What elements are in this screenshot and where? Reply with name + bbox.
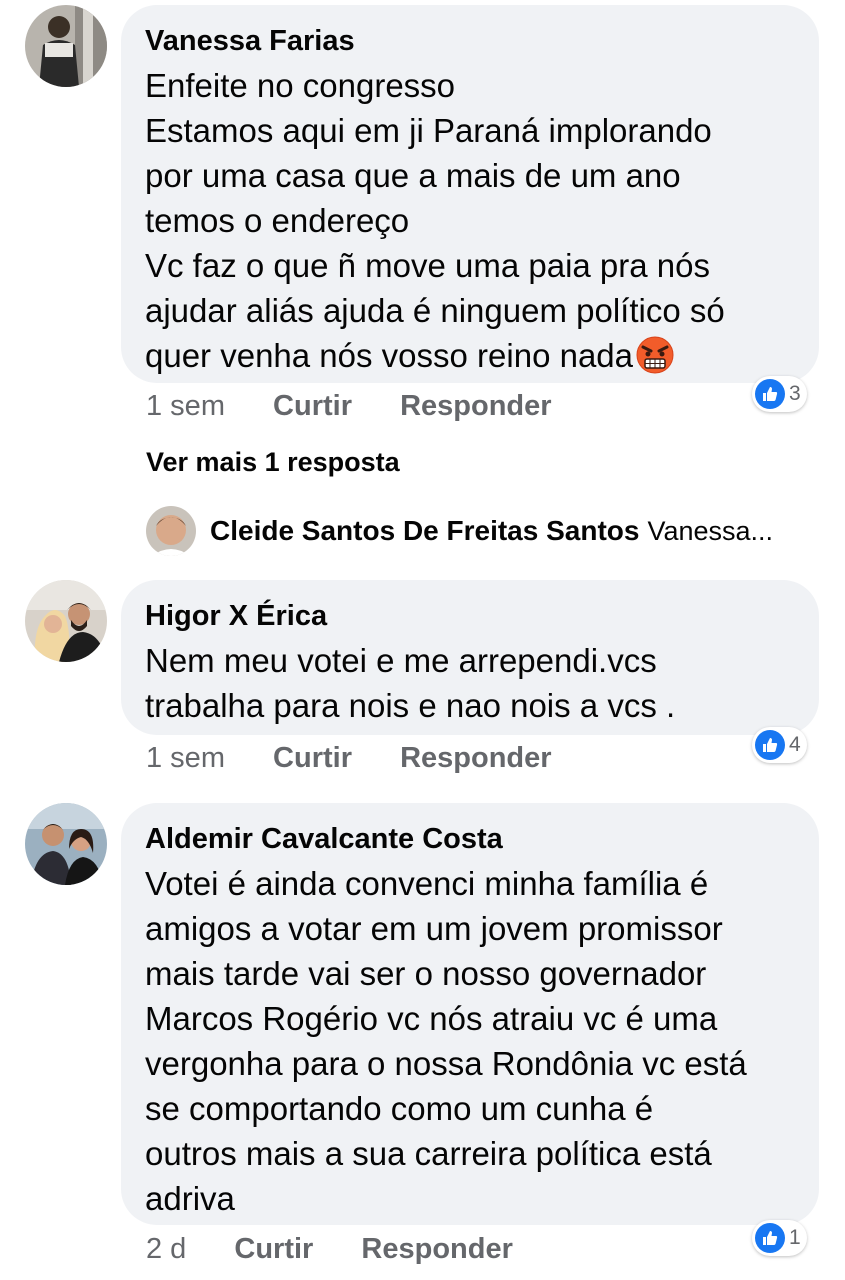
reaction-count: 3 xyxy=(789,382,801,405)
comment-line: se comportando como um cunha é xyxy=(145,1090,654,1127)
reply-button[interactable]: Responder xyxy=(400,742,551,775)
reply-avatar[interactable] xyxy=(146,506,196,556)
comment-bubble: Vanessa Farias Enfeite no congresso Esta… xyxy=(121,5,819,383)
comment-timestamp[interactable]: 2 d xyxy=(146,1233,186,1266)
comment-bubble: Aldemir Cavalcante Costa Votei é ainda c… xyxy=(121,803,819,1225)
like-button[interactable]: Curtir xyxy=(273,390,352,423)
comment-line: adriva xyxy=(145,1180,235,1217)
comment-line: trabalha para nois e nao nois a vcs . xyxy=(145,687,676,724)
comment-author[interactable]: Higor X Érica xyxy=(145,598,795,634)
comment-line: amigos a votar em um jovem promissor xyxy=(145,910,723,947)
comment-text: Votei é ainda convenci minha família é a… xyxy=(145,861,795,1221)
comment-line: ajudar aliás ajuda é ninguem político só xyxy=(145,292,725,329)
comment-text: Enfeite no congresso Estamos aqui em ji … xyxy=(145,63,795,378)
comment-bubble: Higor X Érica Nem meu votei e me arrepen… xyxy=(121,580,819,735)
comment-author[interactable]: Vanessa Farias xyxy=(145,23,795,59)
comment-line: Marcos Rogério vc nós atraiu vc é uma xyxy=(145,1000,718,1037)
view-more-replies-link[interactable]: Ver mais 1 resposta xyxy=(146,447,400,478)
like-button[interactable]: Curtir xyxy=(273,742,352,775)
reply-author[interactable]: Cleide Santos De Freitas Santos xyxy=(210,515,639,547)
comment-actions: 1 sem Curtir Responder xyxy=(146,742,552,775)
angry-face-emoji-icon xyxy=(635,335,675,375)
comment-line: Enfeite no congresso xyxy=(145,67,456,104)
comment-actions: 2 d Curtir Responder xyxy=(146,1233,513,1266)
comment-timestamp[interactable]: 1 sem xyxy=(146,742,225,775)
thumbs-up-icon xyxy=(755,730,785,760)
comment-text: Nem meu votei e me arrependi.vcs trabalh… xyxy=(145,638,795,728)
reply-button[interactable]: Responder xyxy=(361,1233,512,1266)
reaction-count: 1 xyxy=(789,1226,801,1249)
avatar[interactable] xyxy=(25,5,107,87)
like-button[interactable]: Curtir xyxy=(234,1233,313,1266)
comment-line-text: quer venha nós vosso reino nada xyxy=(145,337,634,374)
comment-timestamp[interactable]: 1 sem xyxy=(146,390,225,423)
reply-preview[interactable]: Cleide Santos De Freitas Santos Vanessa.… xyxy=(146,505,773,557)
comment-line: Estamos aqui em ji Paraná implorando xyxy=(145,112,712,149)
avatar[interactable] xyxy=(25,580,107,662)
comment-line: por uma casa que a mais de um ano xyxy=(145,157,681,194)
reply-snippet: Vanessa... xyxy=(647,515,774,546)
avatar[interactable] xyxy=(25,803,107,885)
reaction-summary[interactable]: 4 xyxy=(752,727,807,763)
thumbs-up-icon xyxy=(755,1223,785,1253)
comment-line-last: quer venha nós vosso reino nada xyxy=(145,333,795,378)
comment-line: Vc faz o que ñ move uma paia pra nós xyxy=(145,247,710,284)
reply-button[interactable]: Responder xyxy=(400,390,551,423)
comment-line: Nem meu votei e me arrependi.vcs xyxy=(145,642,657,679)
reaction-summary[interactable]: 3 xyxy=(752,376,807,412)
comment-author[interactable]: Aldemir Cavalcante Costa xyxy=(145,821,795,857)
comment-line: mais tarde vai ser o nosso governador xyxy=(145,955,707,992)
comment-line: temos o endereço xyxy=(145,202,410,239)
reaction-count: 4 xyxy=(789,733,801,756)
comment-line: Votei é ainda convenci minha família é xyxy=(145,865,709,902)
thumbs-up-icon xyxy=(755,379,785,409)
comment-line: outros mais a sua carreira política está xyxy=(145,1135,712,1172)
comment-line: vergonha para o nossa Rondônia vc está xyxy=(145,1045,747,1082)
comment-actions: 1 sem Curtir Responder xyxy=(146,390,552,423)
reaction-summary[interactable]: 1 xyxy=(752,1220,807,1256)
